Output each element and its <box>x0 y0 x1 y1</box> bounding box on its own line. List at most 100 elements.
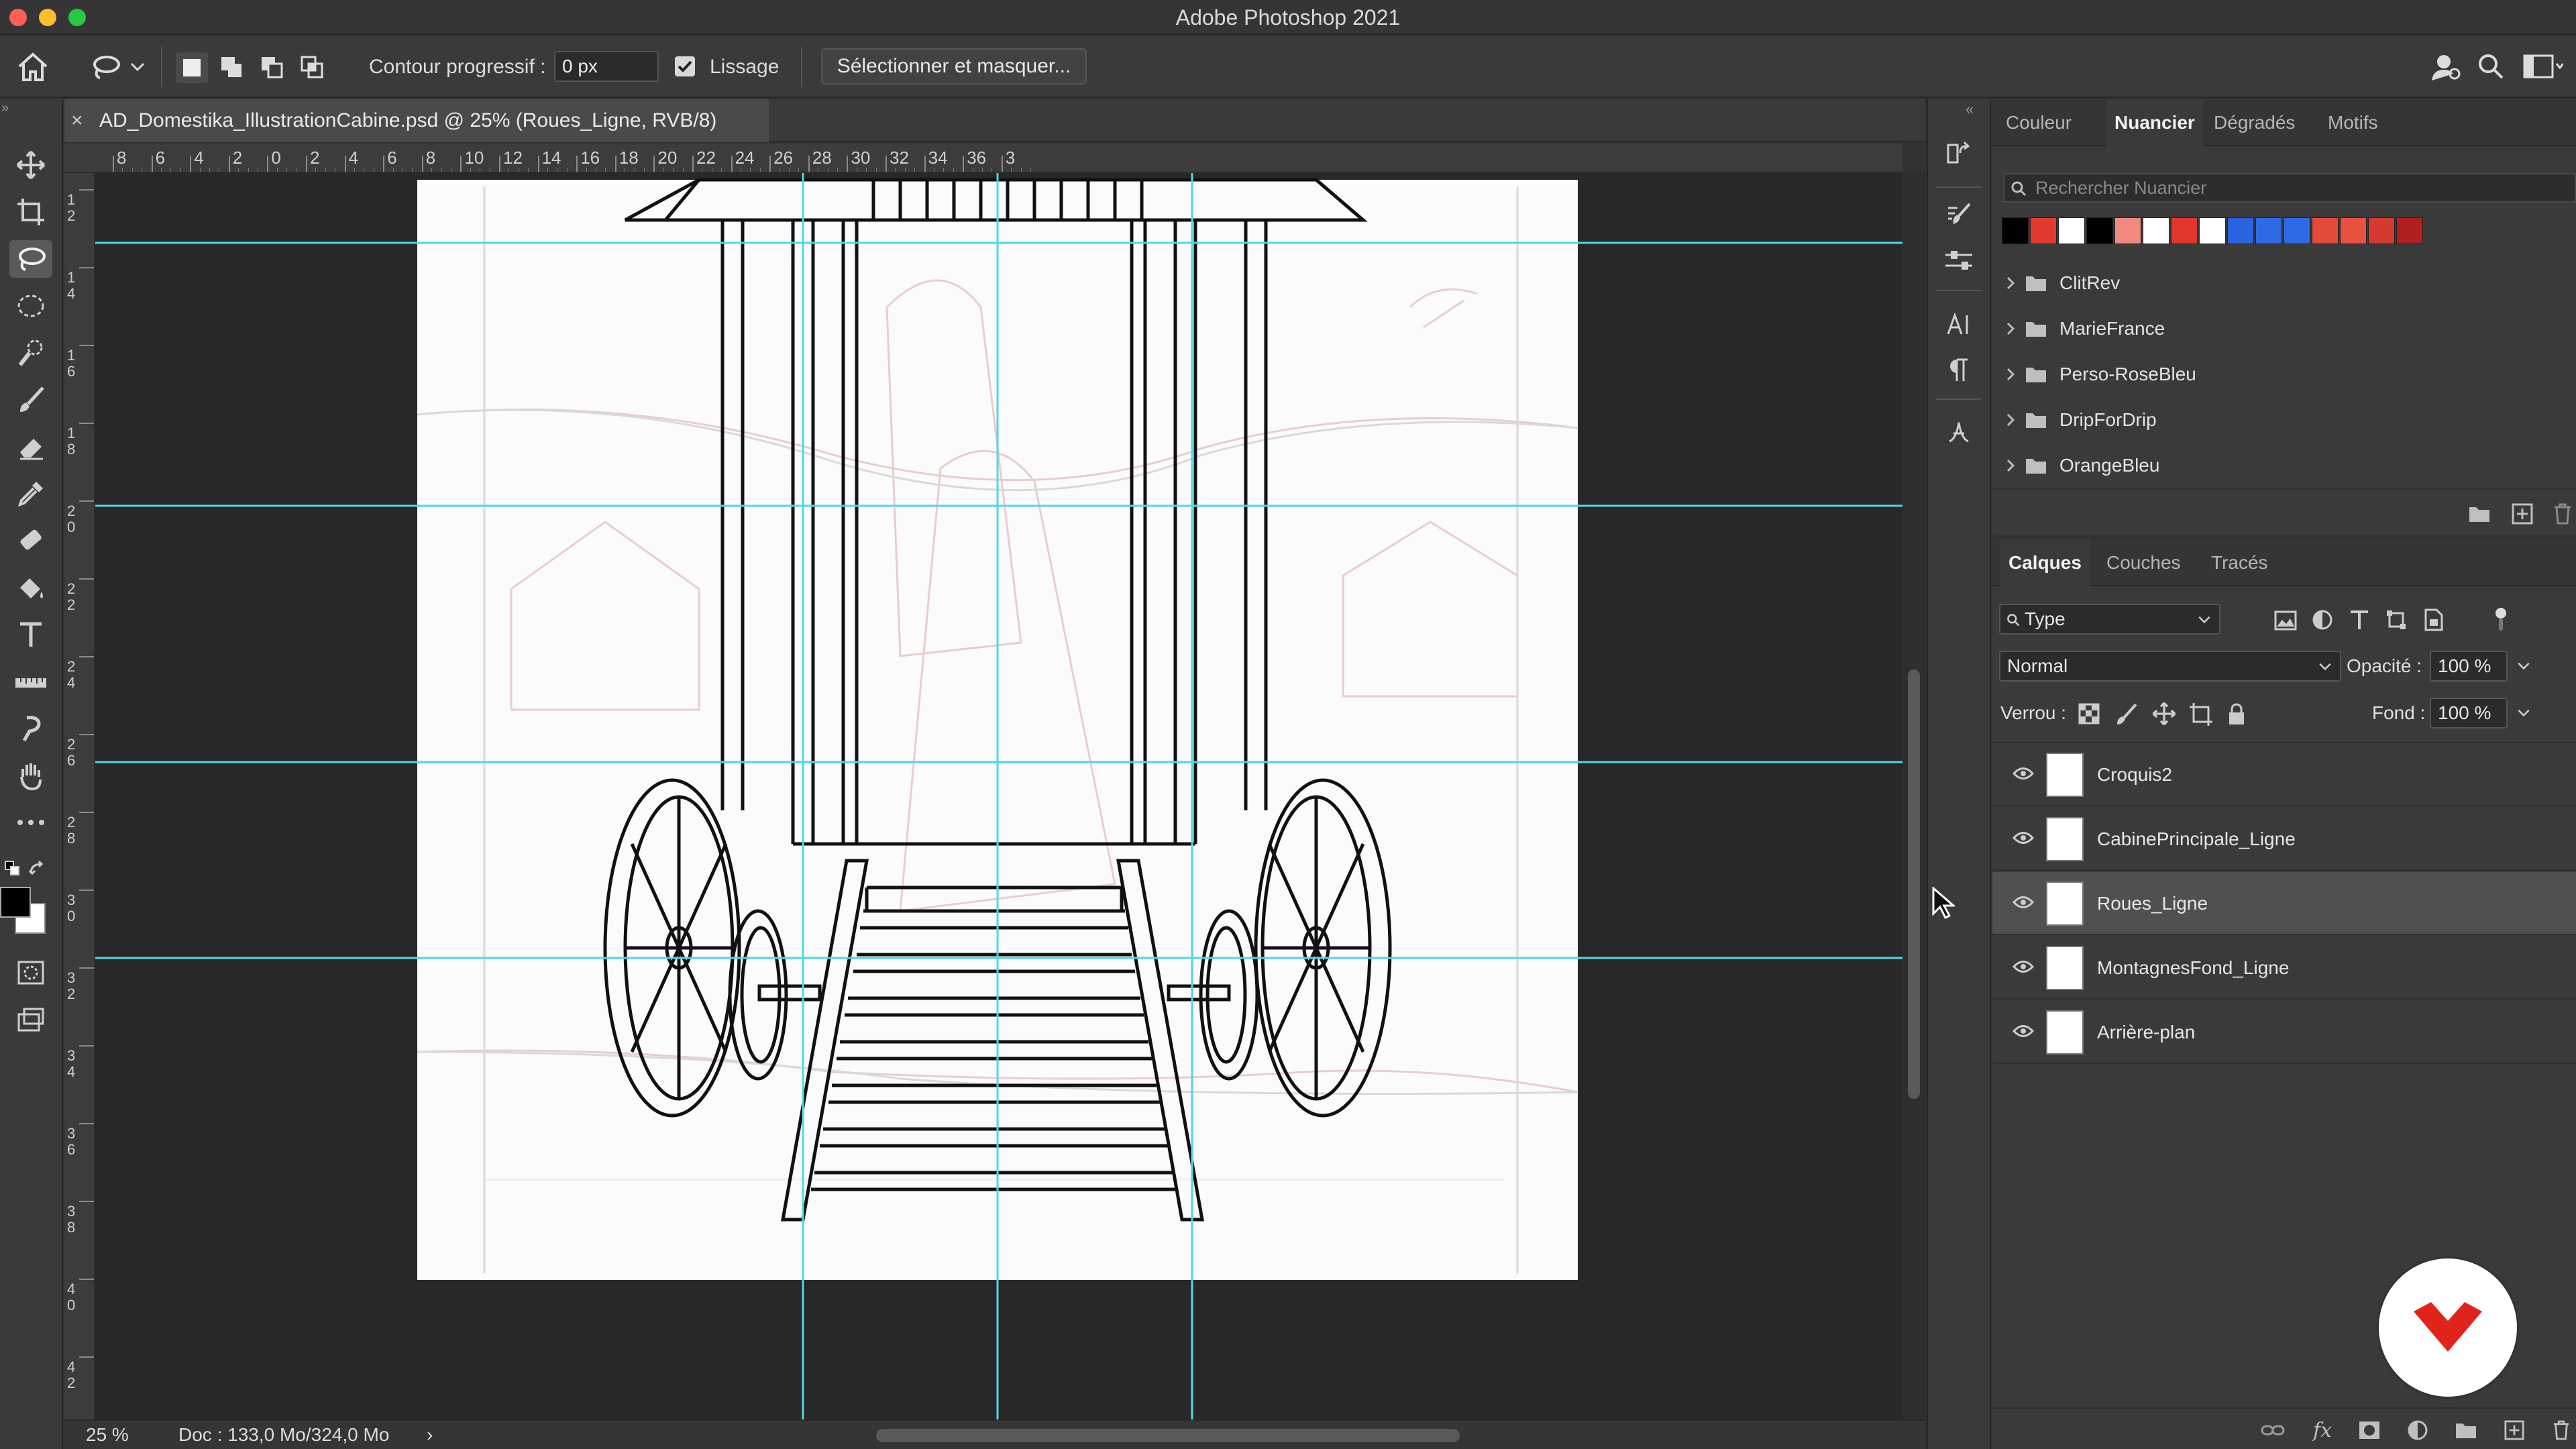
status-menu-arrow[interactable]: › <box>427 1421 433 1449</box>
fill-input[interactable]: 100 % <box>2430 698 2508 729</box>
quick-selection-tool[interactable] <box>9 334 52 372</box>
screen-mode-button[interactable] <box>9 1001 52 1038</box>
lock-all-icon[interactable] <box>2227 703 2246 726</box>
add-to-selection-button[interactable] <box>216 52 248 83</box>
vertical-scrollbar[interactable] <box>1902 173 1925 1419</box>
chevron-right-icon[interactable] <box>2006 413 2015 427</box>
collapse-panels-arrows[interactable]: « <box>1966 101 1974 118</box>
new-adjustment-button[interactable] <box>2403 1417 2432 1444</box>
tool-preset-dropdown[interactable] <box>127 54 148 80</box>
new-group-button[interactable] <box>2451 1417 2481 1444</box>
contour-progressif-input[interactable]: 0 px <box>554 51 659 82</box>
tab-degrades[interactable]: Dégradés <box>2214 99 2295 146</box>
tab-traces[interactable]: Tracés <box>2211 539 2268 586</box>
new-swatch-button[interactable] <box>2509 500 2536 527</box>
color-swatch[interactable] <box>2002 217 2029 244</box>
chevron-right-icon[interactable] <box>2006 276 2015 290</box>
lock-position-icon[interactable] <box>2152 702 2176 726</box>
eye-icon[interactable] <box>2012 1024 2034 1038</box>
paint-bucket-tool[interactable] <box>9 569 52 606</box>
image-filter-icon[interactable] <box>2274 610 2297 631</box>
smart-object-filter-icon[interactable] <box>2423 608 2443 631</box>
swatch-folder[interactable]: Perso-RoseBleu <box>1992 352 2576 397</box>
tab-couches[interactable]: Couches <box>2106 539 2181 586</box>
color-swatch[interactable] <box>2030 217 2057 244</box>
color-swatch[interactable] <box>2171 217 2198 244</box>
crop-tool[interactable] <box>9 193 52 231</box>
eye-icon[interactable] <box>2012 766 2034 781</box>
color-swatch[interactable] <box>2114 217 2141 244</box>
share-learn-button[interactable] <box>2428 48 2465 85</box>
color-swatch[interactable] <box>2058 217 2085 244</box>
color-swatch[interactable] <box>2199 217 2226 244</box>
layer-row[interactable]: Croquis2 <box>1992 743 2576 806</box>
ellipse-marquee-tool[interactable] <box>9 287 52 325</box>
layer-filter-select[interactable]: Type <box>1999 604 2220 635</box>
canvas-area[interactable] <box>95 173 1902 1419</box>
vertical-scroll-thumb[interactable] <box>1908 669 1920 1099</box>
toolbar-collapse-arrows[interactable]: » <box>1 101 9 116</box>
color-swatch[interactable] <box>2312 217 2339 244</box>
eye-icon[interactable] <box>2012 830 2034 845</box>
quick-mask-button[interactable] <box>9 954 52 991</box>
delete-swatch-button[interactable] <box>2549 500 2576 527</box>
history-panel-button[interactable] <box>1939 134 1979 172</box>
color-swatch[interactable] <box>2227 217 2254 244</box>
delete-layer-button[interactable] <box>2546 1417 2576 1444</box>
hand-tool[interactable] <box>9 757 52 794</box>
move-tool[interactable] <box>9 146 52 184</box>
type-filter-icon[interactable] <box>2349 609 2369 631</box>
type-tool[interactable] <box>9 616 52 653</box>
tab-motifs[interactable]: Motifs <box>2328 99 2378 146</box>
layer-row[interactable]: MontagnesFond_Ligne <box>1992 936 2576 1000</box>
opacity-dropdown[interactable] <box>2510 651 2537 682</box>
lasso-tool[interactable] <box>9 240 52 278</box>
foreground-color-swatch[interactable] <box>0 887 31 918</box>
swatch-folder[interactable]: ClitRev <box>1992 260 2576 306</box>
eye-icon[interactable] <box>2012 895 2034 910</box>
chevron-right-icon[interactable] <box>2006 368 2015 381</box>
filter-toggle-icon[interactable] <box>2493 606 2509 633</box>
shape-filter-icon[interactable] <box>2385 609 2407 631</box>
eraser-tool[interactable] <box>9 428 52 466</box>
home-button[interactable] <box>12 47 54 87</box>
new-swatch-group-button[interactable] <box>2466 500 2493 527</box>
character-panel-button[interactable] <box>1939 306 1979 343</box>
close-tab-icon[interactable]: × <box>71 99 83 142</box>
horizontal-scrollbar[interactable] <box>876 1429 1460 1442</box>
swap-colors-button[interactable] <box>28 860 46 877</box>
select-and-mask-button[interactable]: Sélectionner et masquer... <box>821 48 1087 85</box>
clone-stamp-tool[interactable] <box>9 522 52 559</box>
color-swatch[interactable] <box>2396 217 2423 244</box>
chevron-right-icon[interactable] <box>2006 322 2015 335</box>
swatch-folder[interactable]: MarieFrance <box>1992 306 2576 352</box>
adjustment-filter-icon[interactable] <box>2312 609 2333 631</box>
color-swatch[interactable] <box>2255 217 2282 244</box>
swatch-folder[interactable]: OrangeBleu <box>1992 443 2576 488</box>
subtract-from-selection-button[interactable] <box>256 52 288 83</box>
lasso-tool-preset-button[interactable] <box>83 47 127 87</box>
new-layer-button[interactable] <box>2500 1417 2529 1444</box>
workspace-button[interactable] <box>2520 48 2567 85</box>
link-layers-button[interactable] <box>2258 1417 2288 1444</box>
layer-row[interactable]: Arrière-plan <box>1992 1001 2576 1064</box>
lock-transparent-pixels-icon[interactable] <box>2078 703 2100 724</box>
eye-icon[interactable] <box>2012 959 2034 974</box>
add-mask-button[interactable] <box>2355 1417 2384 1444</box>
swatch-search-field[interactable]: Rechercher Nuancier <box>2003 173 2576 203</box>
glyphs-panel-button[interactable] <box>1939 413 1979 451</box>
tab-couleur[interactable]: Couleur <box>2006 99 2072 146</box>
default-colors-button[interactable] <box>4 860 20 876</box>
layer-row[interactable]: CabinePrincipale_Ligne <box>1992 808 2576 871</box>
lock-artboard-icon[interactable] <box>2190 703 2212 726</box>
eyedropper-tool[interactable] <box>9 475 52 513</box>
smudge-tool[interactable] <box>9 710 52 747</box>
document-tab[interactable]: × AD_Domestika_IllustrationCabine.psd @ … <box>64 99 769 142</box>
lissage-checkbox[interactable] <box>675 56 695 76</box>
swatch-folder[interactable]: DripForDrip <box>1992 397 2576 443</box>
new-selection-button[interactable] <box>176 52 208 83</box>
tab-calques[interactable]: Calques <box>2000 539 2090 586</box>
opacity-input[interactable]: 100 % <box>2430 651 2508 682</box>
layer-style-button[interactable]: fx <box>2308 1415 2337 1445</box>
search-button[interactable] <box>2473 48 2509 85</box>
